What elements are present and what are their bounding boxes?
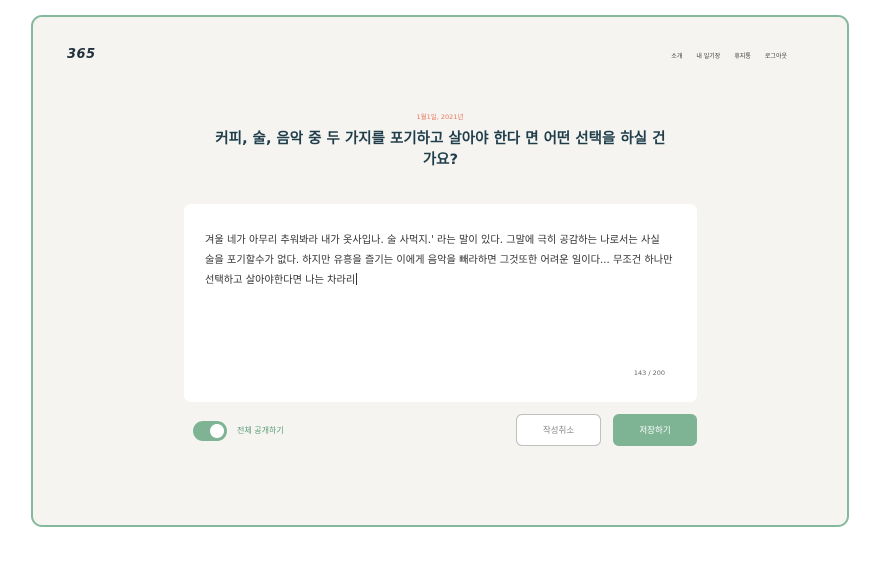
public-toggle[interactable] [193,421,227,441]
app-window: 365 소개 내 일기장 휴지통 로그아웃 1월1일, 2021년 커피, 술,… [31,15,849,527]
nav-item-my-diary[interactable]: 내 일기장 [696,51,720,60]
character-counter: 143 / 200 [633,369,665,377]
app-logo[interactable]: 365 [67,47,96,62]
entry-editor-card[interactable]: 겨울 네가 아무리 추워봐라 내가 옷사입나. 술 사먹지.' 라는 말이 있다… [184,204,697,402]
daily-question: 커피, 술, 음악 중 두 가지를 포기하고 살아야 한다 면 어떤 선택을 하… [215,131,666,168]
entry-date: 1월1일, 2021년 [416,113,464,121]
nav-item-trash[interactable]: 휴지통 [734,51,751,60]
entry-text: 겨울 네가 아무리 추워봐라 내가 옷사입나. 술 사먹지.' 라는 말이 있다… [205,235,673,286]
entry-textarea[interactable]: 겨울 네가 아무리 추워봐라 내가 옷사입나. 술 사먹지.' 라는 말이 있다… [205,231,675,291]
text-cursor [356,273,358,285]
public-toggle-label: 전체 공개하기 [237,426,284,435]
cancel-button[interactable]: 작성취소 [516,414,601,446]
top-nav: 소개 내 일기장 휴지통 로그아웃 [671,51,787,60]
nav-item-about[interactable]: 소개 [671,51,682,60]
nav-item-logout[interactable]: 로그아웃 [765,51,787,60]
save-button[interactable]: 저장하기 [613,414,697,446]
toggle-knob [210,424,224,438]
